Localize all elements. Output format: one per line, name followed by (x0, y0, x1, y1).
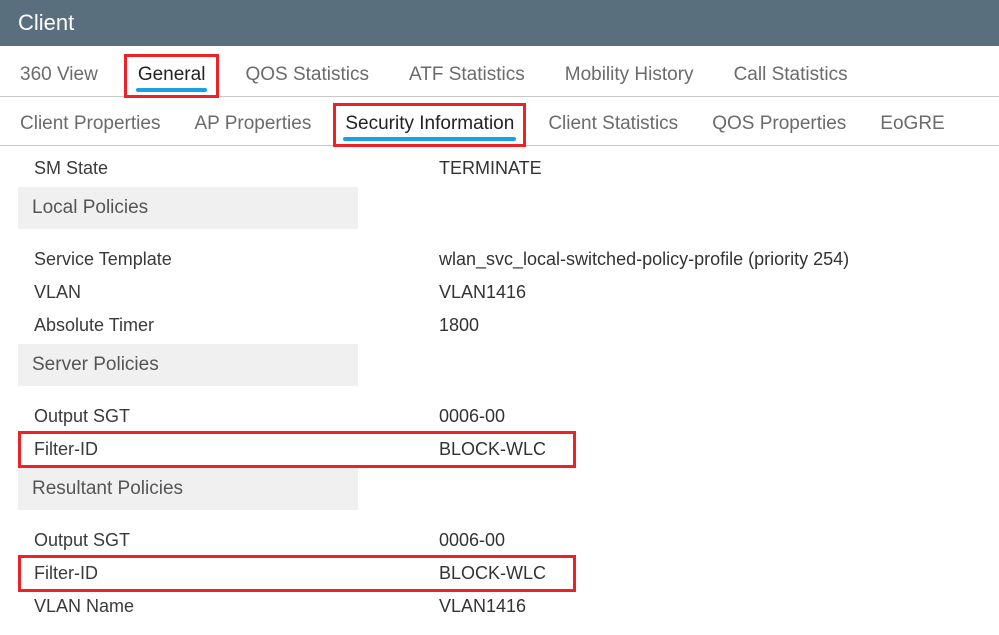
tab-qos-statistics[interactable]: QOS Statistics (243, 46, 371, 96)
tab-mobility-history[interactable]: Mobility History (563, 46, 696, 96)
page-title: Client (18, 10, 74, 35)
label-filter-id-resultant: Filter-ID (34, 563, 439, 584)
section-resultant-policies: Resultant Policies (18, 468, 358, 510)
subtab-client-properties[interactable]: Client Properties (18, 99, 162, 145)
row-absolute-timer: Absolute Timer 1800 (18, 309, 981, 342)
subtab-security-information[interactable]: Security Information (343, 99, 516, 145)
security-info-panel: SM State TERMINATE Local Policies Servic… (0, 146, 999, 635)
value-output-sgt: 0006-00 (439, 406, 505, 427)
value-sm-state: TERMINATE (439, 158, 542, 179)
subtab-client-statistics[interactable]: Client Statistics (546, 99, 680, 145)
row-service-template: Service Template wlan_svc_local-switched… (18, 243, 981, 276)
value-service-template: wlan_svc_local-switched-policy-profile (… (439, 249, 849, 270)
label-sm-state: SM State (34, 158, 439, 179)
section-local-policies: Local Policies (18, 187, 358, 229)
label-output-sgt-resultant: Output SGT (34, 530, 439, 551)
row-output-sgt-resultant: Output SGT 0006-00 (18, 524, 981, 557)
row-filter-id-resultant: Filter-ID BLOCK-WLC (18, 557, 981, 590)
tab-general[interactable]: General (136, 46, 208, 96)
row-sm-state: SM State TERMINATE (18, 152, 981, 185)
value-filter-id-resultant: BLOCK-WLC (439, 563, 546, 584)
subtab-eogre[interactable]: EoGRE (878, 99, 946, 145)
tab-360-view[interactable]: 360 View (18, 46, 100, 96)
row-output-sgt-server: Output SGT 0006-00 (18, 400, 981, 433)
label-absolute-timer: Absolute Timer (34, 315, 439, 336)
tab-atf-statistics[interactable]: ATF Statistics (407, 46, 527, 96)
value-absolute-timer: 1800 (439, 315, 479, 336)
subtab-qos-properties[interactable]: QOS Properties (710, 99, 848, 145)
value-vlan-name: VLAN1416 (439, 596, 526, 617)
row-vlan-name: VLAN Name VLAN1416 (18, 590, 981, 623)
value-filter-id: BLOCK-WLC (439, 439, 546, 460)
label-vlan: VLAN (34, 282, 439, 303)
subtab-ap-properties[interactable]: AP Properties (192, 99, 313, 145)
secondary-tabs: Client Properties AP Properties Security… (0, 99, 999, 146)
label-vlan-name: VLAN Name (34, 596, 439, 617)
label-filter-id: Filter-ID (34, 439, 439, 460)
tab-call-statistics[interactable]: Call Statistics (732, 46, 850, 96)
value-vlan: VLAN1416 (439, 282, 526, 303)
primary-tabs: 360 View General QOS Statistics ATF Stat… (0, 46, 999, 97)
section-server-policies: Server Policies (18, 344, 358, 386)
row-filter-id-server: Filter-ID BLOCK-WLC (18, 433, 981, 466)
page-title-bar: Client (0, 0, 999, 46)
label-service-template: Service Template (34, 249, 439, 270)
label-output-sgt: Output SGT (34, 406, 439, 427)
value-output-sgt-resultant: 0006-00 (439, 530, 505, 551)
row-vlan: VLAN VLAN1416 (18, 276, 981, 309)
